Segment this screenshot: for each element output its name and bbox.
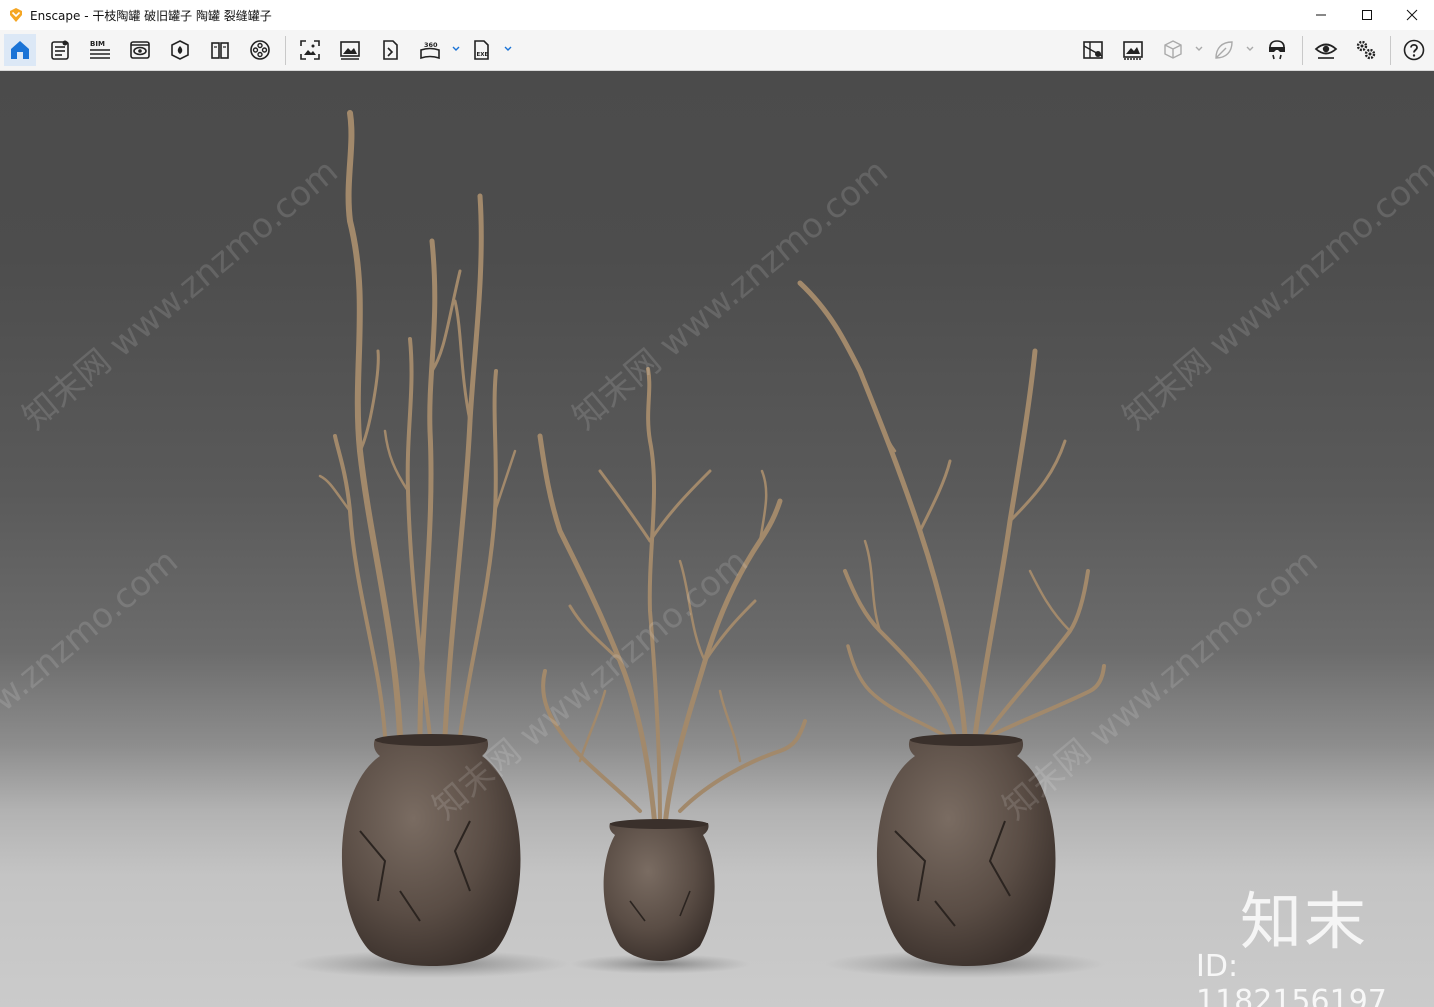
help-button[interactable]	[1398, 34, 1430, 66]
enscape-logo-icon	[10, 8, 22, 22]
map-button[interactable]	[1077, 34, 1109, 66]
eye-icon	[1314, 43, 1338, 59]
ceramic-pot-middle	[603, 819, 715, 961]
home-button[interactable]	[4, 34, 36, 66]
svg-text:BIM: BIM	[90, 40, 105, 48]
bim-button[interactable]: BIM	[84, 34, 116, 66]
maximize-icon	[1362, 10, 1372, 20]
panorama-360-icon: 360	[420, 41, 440, 60]
video-icon	[250, 40, 270, 60]
vr-headset-icon	[1269, 40, 1285, 60]
toolbar: BIM 360 EXE	[0, 30, 1434, 97]
book-icon	[211, 42, 229, 59]
svg-text:EXE: EXE	[477, 52, 489, 58]
maximize-button[interactable]	[1344, 0, 1390, 30]
toolbar-separator	[1390, 36, 1391, 65]
map-icon	[1083, 41, 1103, 59]
video-button[interactable]	[244, 34, 276, 66]
minimize-icon	[1316, 14, 1326, 16]
dry-branches-left	[318, 110, 517, 739]
image-icon	[340, 41, 360, 60]
exe-export-button[interactable]: EXE	[466, 34, 498, 66]
asset-library-icon	[51, 40, 69, 60]
image-id-label: ID: 1182156197	[1196, 949, 1387, 1007]
brand-logo: 知末	[1240, 885, 1369, 958]
screenshot-button[interactable]	[294, 34, 326, 66]
bim-icon: BIM	[90, 40, 110, 59]
exe-dropdown-icon[interactable]	[503, 44, 513, 54]
vr-headset-button[interactable]	[1261, 34, 1293, 66]
visual-settings-button[interactable]	[1117, 34, 1149, 66]
export-file-icon	[383, 40, 398, 60]
view-icon	[130, 41, 150, 59]
cube-icon	[1164, 40, 1182, 59]
image-button[interactable]	[334, 34, 366, 66]
asset-library-button[interactable]	[44, 34, 76, 66]
material-button[interactable]	[164, 34, 196, 66]
cube-button[interactable]	[1157, 34, 1189, 66]
panorama-button[interactable]: 360	[414, 34, 446, 66]
help-icon	[1403, 39, 1425, 61]
visual-settings-icon	[1123, 41, 1143, 60]
toolbar-separator	[285, 36, 286, 65]
leaf-icon	[1215, 41, 1233, 59]
home-icon	[11, 41, 29, 59]
material-icon	[171, 40, 189, 60]
minimize-button[interactable]	[1298, 0, 1344, 30]
render-viewport[interactable]: 知末网 www.znzmo.com 知末网 www.znzmo.com 知末网 …	[0, 71, 1434, 1007]
panorama-dropdown-icon[interactable]	[451, 44, 461, 54]
exe-export-icon: EXE	[474, 40, 489, 60]
eye-button[interactable]	[1310, 34, 1342, 66]
title-bar: Enscape - 干枝陶罐 破旧罐子 陶罐 裂缝罐子	[0, 0, 1434, 30]
dry-branches-right	[797, 280, 1106, 739]
close-button[interactable]	[1389, 0, 1434, 30]
leaf-dropdown-icon[interactable]	[1245, 44, 1255, 54]
toolbar-separator	[1302, 36, 1303, 65]
leaf-button[interactable]	[1208, 34, 1240, 66]
settings-icon	[1356, 40, 1376, 60]
cube-dropdown-icon[interactable]	[1194, 44, 1204, 54]
book-button[interactable]	[204, 34, 236, 66]
render-scene	[290, 110, 1106, 978]
window-title: Enscape - 干枝陶罐 破旧罐子 陶罐 裂缝罐子	[30, 9, 272, 23]
close-icon	[1406, 9, 1418, 21]
view-button[interactable]	[124, 34, 156, 66]
screenshot-icon	[300, 40, 320, 60]
settings-button[interactable]	[1350, 34, 1382, 66]
export-file-button[interactable]	[374, 34, 406, 66]
